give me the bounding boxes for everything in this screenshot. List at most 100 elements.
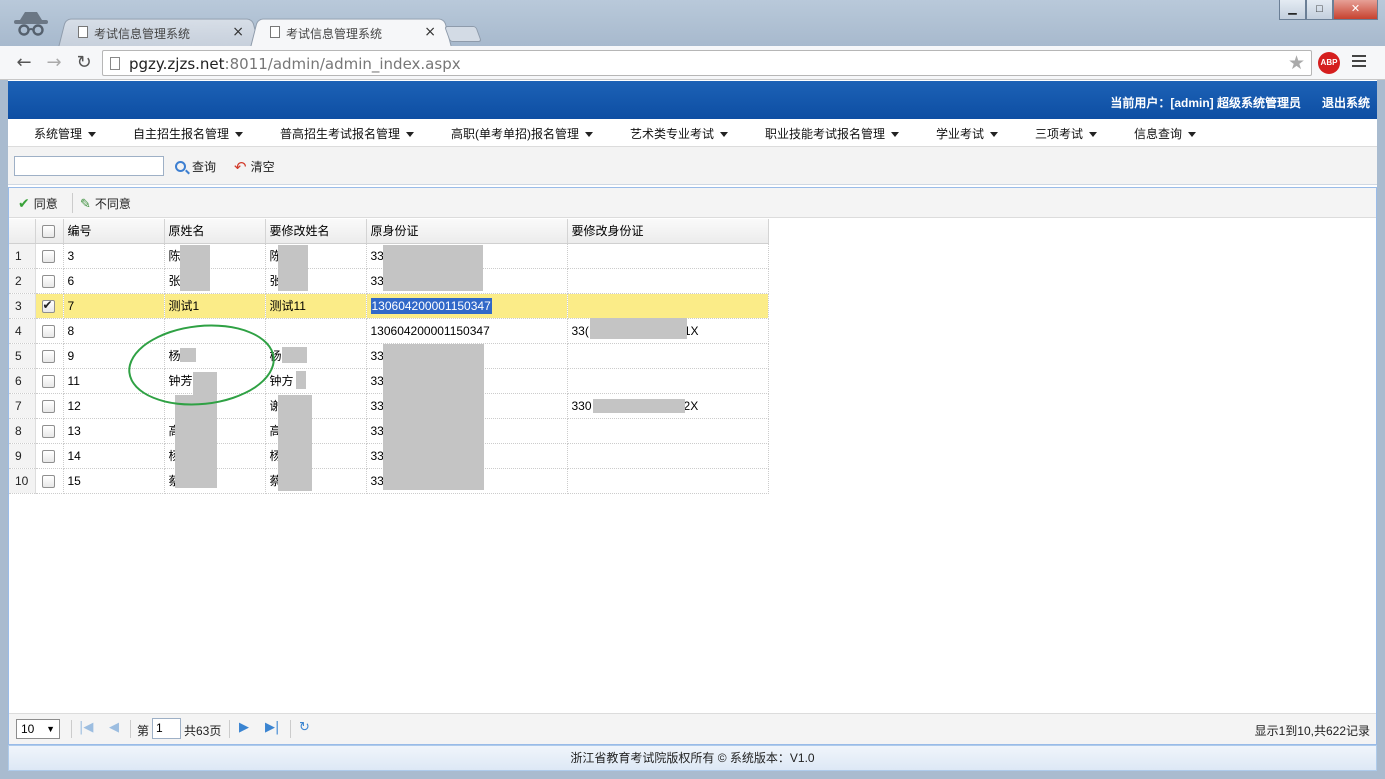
row-checkbox[interactable] — [41, 274, 55, 288]
menu-label: 艺术类专业考试 — [630, 127, 715, 141]
col-header-new-idcard[interactable]: 要修改身份证 — [567, 219, 769, 244]
window-frame-right — [1377, 80, 1385, 779]
orig-idcard-value: 33 — [370, 348, 384, 363]
menu-info-query[interactable]: 信息查询 — [1134, 125, 1197, 142]
row-checkbox-cell — [35, 318, 64, 344]
window-frame-bottom — [0, 771, 1385, 779]
window-close-button[interactable]: ✕ — [1333, 0, 1378, 20]
adblock-icon[interactable]: ABP — [1318, 52, 1340, 74]
clear-button[interactable]: ↶ 清空 — [234, 158, 275, 176]
row-checkbox[interactable] — [41, 399, 55, 413]
tab-exam-system-1[interactable]: 考试信息管理系统 × — [58, 18, 260, 47]
caret-down-icon — [990, 132, 999, 138]
row-number: 4 — [9, 318, 36, 344]
close-tab-icon[interactable]: × — [232, 24, 244, 40]
table-row[interactable]: 3 7测试1测试11130604200001150347 — [9, 293, 769, 319]
redaction-mask — [383, 344, 484, 490]
menu-independent-enrollment[interactable]: 自主招生报名管理 — [133, 125, 244, 142]
reload-icon[interactable]: ↻ — [72, 51, 96, 75]
menu-label: 普高招生考试报名管理 — [280, 127, 401, 141]
page-number-input[interactable]: 1 — [152, 718, 181, 739]
menu-three-exams[interactable]: 三项考试 — [1035, 125, 1098, 142]
cell-orig-name: 测试1 — [164, 293, 266, 319]
row-checkbox[interactable] — [41, 449, 55, 463]
row-checkbox-cell — [35, 368, 64, 394]
menu-academic-exam[interactable]: 学业考试 — [936, 125, 999, 142]
redaction-mask — [175, 395, 195, 488]
row-checkbox[interactable] — [41, 474, 55, 488]
row-number: 9 — [9, 443, 36, 469]
disagree-button[interactable]: ✎ 不同意 — [80, 195, 131, 212]
row-checkbox[interactable] — [41, 349, 55, 363]
tab-exam-system-2[interactable]: 考试信息管理系统 × — [250, 18, 452, 47]
cell-new-name: 钟方 — [265, 368, 367, 394]
new-idcard-tail: 2X — [683, 398, 699, 413]
query-button[interactable]: 查询 — [175, 158, 216, 175]
logout-link[interactable]: 退出系统 — [1322, 94, 1370, 111]
row-checkbox[interactable] — [41, 374, 55, 388]
browser-titlebar: 考试信息管理系统 × 考试信息管理系统 × ▁ □ ✕ — [0, 0, 1385, 47]
cell-id: 7 — [63, 293, 165, 319]
new-tab-button[interactable] — [444, 26, 482, 42]
pager: 10 ▼ |◀ ◀ 第 1 共63页 ▶ ▶| ↻ 显示1到10,共622记录 — [9, 713, 1376, 744]
record-info: 显示1到10,共622记录 — [1254, 724, 1370, 738]
col-header-id[interactable]: 编号 — [63, 219, 165, 244]
col-header-new-name[interactable]: 要修改姓名 — [265, 219, 367, 244]
orig-idcard-value: 33 — [370, 373, 384, 388]
redaction-mask — [278, 395, 312, 491]
search-input[interactable] — [14, 156, 164, 176]
menu-highschool-exam[interactable]: 普高招生考试报名管理 — [280, 125, 415, 142]
page-size-select[interactable]: 10 ▼ — [16, 719, 60, 739]
cell-new-idcard — [567, 443, 769, 469]
pager-separator — [229, 720, 230, 738]
menu-label: 学业考试 — [936, 127, 985, 141]
first-page-icon[interactable]: |◀ — [79, 720, 93, 735]
next-page-icon[interactable]: ▶ — [239, 720, 249, 735]
orig-idcard-value: 130604200001150347 — [370, 297, 492, 314]
cell-id: 13 — [63, 418, 165, 444]
select-all-header — [35, 219, 64, 244]
back-arrow-icon[interactable]: ← — [12, 51, 36, 75]
prev-page-icon[interactable]: ◀ — [109, 720, 119, 735]
hamburger-menu-icon[interactable] — [1352, 55, 1366, 69]
bookmark-star-icon[interactable]: ★ — [1288, 52, 1305, 75]
row-checkbox-cell — [35, 468, 64, 494]
orig-idcard-value: 33 — [370, 448, 384, 463]
caret-down-icon — [1188, 132, 1197, 138]
row-checkbox[interactable] — [41, 424, 55, 438]
agree-button[interactable]: ✔ 同意 — [18, 195, 58, 212]
menu-art-exam[interactable]: 艺术类专业考试 — [630, 125, 729, 142]
cell-id: 3 — [63, 243, 165, 269]
last-page-icon[interactable]: ▶| — [265, 720, 279, 735]
col-header-orig-idcard[interactable]: 原身份证 — [366, 219, 568, 244]
row-number: 8 — [9, 418, 36, 444]
orig-idcard-value: 33 — [370, 473, 384, 488]
url-path: :8011/admin/admin_index.aspx — [224, 55, 461, 73]
minimize-button[interactable]: ▁ — [1279, 0, 1306, 20]
menu-vocational-single[interactable]: 高职(单考单招)报名管理 — [451, 125, 593, 142]
row-checkbox[interactable] — [41, 298, 55, 313]
cell-new-name: 杨 — [265, 343, 367, 369]
col-header-orig-name[interactable]: 原姓名 — [164, 219, 266, 244]
url-text[interactable]: pgzy.zjzs.net:8011/admin/admin_index.asp… — [129, 55, 461, 73]
menu-system-management[interactable]: 系统管理 — [34, 125, 97, 142]
forward-arrow-icon[interactable]: → — [42, 51, 66, 75]
refresh-icon[interactable]: ↻ — [299, 720, 310, 735]
cell-new-idcard — [567, 243, 769, 269]
window-frame-left — [0, 80, 8, 779]
menu-skill-exam[interactable]: 职业技能考试报名管理 — [765, 125, 900, 142]
caret-down-icon — [406, 132, 415, 138]
select-all-checkbox[interactable] — [41, 224, 55, 238]
redaction-mask — [383, 245, 483, 291]
row-checkbox[interactable] — [41, 249, 55, 263]
page-size-value: 10 — [21, 722, 35, 736]
maximize-button[interactable]: □ — [1306, 0, 1333, 20]
redaction-mask — [590, 318, 687, 339]
menu-label: 职业技能考试报名管理 — [765, 127, 886, 141]
address-bar[interactable]: pgzy.zjzs.net:8011/admin/admin_index.asp… — [102, 50, 1312, 76]
cell-new-name — [265, 318, 367, 344]
agree-label: 同意 — [33, 197, 58, 211]
caret-down-icon — [891, 132, 900, 138]
close-tab-icon[interactable]: × — [424, 24, 436, 40]
row-checkbox[interactable] — [41, 324, 55, 338]
